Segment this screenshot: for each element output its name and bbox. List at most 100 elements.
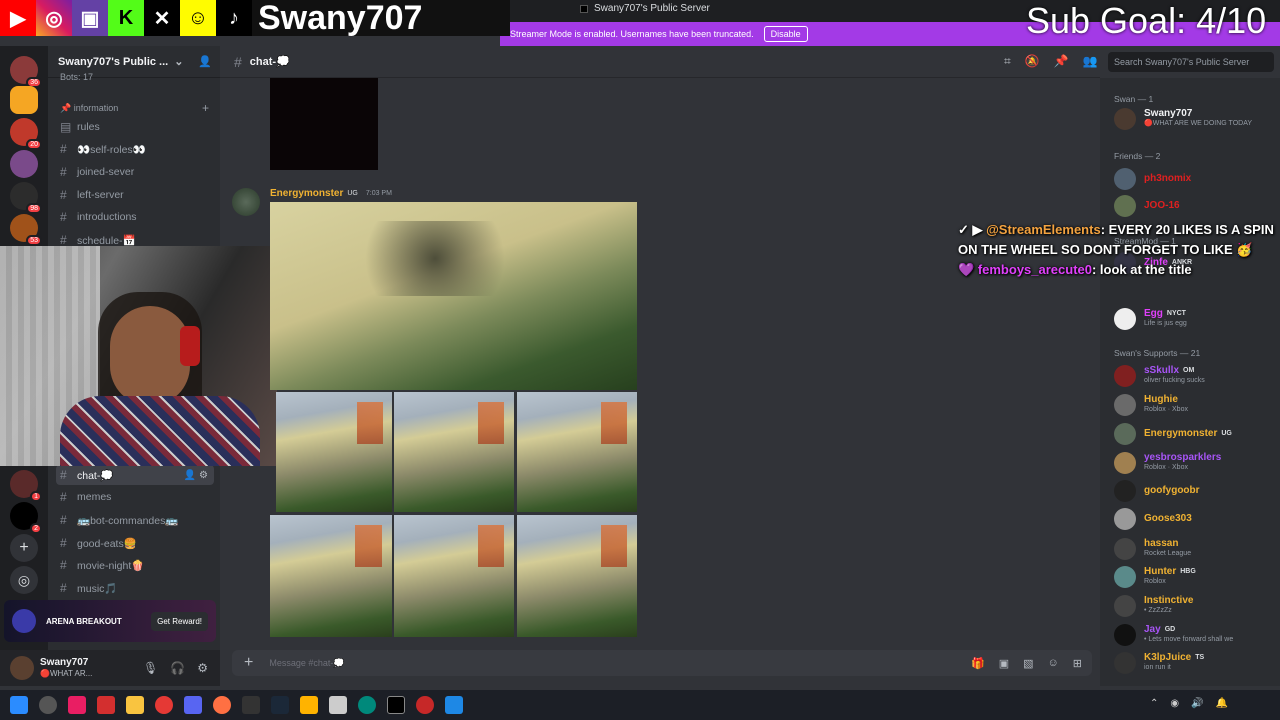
obs-icon[interactable] [387, 696, 405, 714]
member-row[interactable]: ph3nomix [1114, 166, 1276, 192]
server-icon[interactable]: 2 [10, 502, 42, 534]
server-icon[interactable]: 36 [10, 56, 42, 88]
channel-movie-night[interactable]: # movie-night🍿 [56, 555, 214, 575]
member-row[interactable]: Swany707 🔴WHAT ARE WE DOING TODAY [1114, 106, 1276, 132]
pin-icon[interactable]: 📌 [1054, 54, 1069, 69]
notification-bell-icon[interactable]: 🔔 [1216, 698, 1228, 709]
epic-games-icon[interactable] [242, 696, 260, 714]
network-icon[interactable]: ⌃ [1150, 698, 1158, 709]
member-row[interactable]: Jay GD • Lets move forward shall we [1114, 622, 1276, 648]
notepad-icon[interactable] [329, 696, 347, 714]
image-attachment[interactable] [517, 515, 637, 637]
discord-icon[interactable] [184, 696, 202, 714]
app-icon[interactable] [97, 696, 115, 714]
gift-icon[interactable]: 🎁 [971, 657, 985, 670]
member-row[interactable]: Goose303 [1114, 506, 1276, 532]
avatar[interactable] [1114, 168, 1136, 190]
headphones-icon[interactable]: 🎧 [170, 661, 185, 675]
apps-icon[interactable]: ⊞ [1073, 657, 1082, 670]
notification-icon[interactable]: 🔕 [1025, 54, 1040, 69]
channel-self-roles[interactable]: # 👀self-roles👀 [56, 139, 214, 159]
app-icon[interactable] [416, 696, 434, 714]
store-icon[interactable] [300, 696, 318, 714]
promo-banner[interactable]: ARENA BREAKOUT Get Reward! [4, 600, 216, 642]
add-channel-icon[interactable]: + [202, 101, 209, 115]
image-attachment[interactable] [270, 515, 392, 637]
member-row[interactable]: sSkullx OM oliver fucking sucks [1114, 363, 1276, 389]
windows-start-icon[interactable] [10, 696, 28, 714]
avatar[interactable] [1114, 423, 1136, 445]
avatar[interactable] [10, 656, 34, 680]
app-icon[interactable] [445, 696, 463, 714]
avatar[interactable] [232, 188, 260, 216]
folder-icon[interactable] [126, 696, 144, 714]
wifi-icon[interactable]: ◉ [1170, 698, 1179, 709]
member-row[interactable]: hassan Rocket League [1114, 536, 1276, 562]
message-input[interactable]: + Message #chat-💭 🎁 ▣ ▧ ☺ ⊞ [232, 650, 1092, 676]
add-attachment-icon[interactable]: + [244, 654, 253, 672]
steam-icon[interactable] [271, 696, 289, 714]
avatar[interactable] [1114, 308, 1136, 330]
member-row[interactable]: Hughie Roblox · Xbox [1114, 392, 1276, 418]
avatar[interactable] [1114, 480, 1136, 502]
server-icon[interactable]: 1 [10, 470, 42, 502]
avatar[interactable] [1114, 365, 1136, 387]
channel-memes[interactable]: # memes [56, 487, 214, 507]
category-information[interactable]: 📌 information [60, 103, 118, 114]
chrome-icon[interactable] [39, 696, 57, 714]
member-row[interactable]: goofygoobr [1114, 478, 1276, 504]
avatar[interactable] [1114, 195, 1136, 217]
member-row[interactable]: Hunter HBG Roblox [1114, 564, 1276, 590]
sticker-icon[interactable]: ▧ [1023, 657, 1033, 670]
opera-icon[interactable] [155, 696, 173, 714]
gear-icon[interactable]: ⚙ [197, 661, 208, 675]
member-row[interactable]: Egg NYCT Life is jus egg [1114, 306, 1276, 332]
gif-icon[interactable]: ▣ [999, 657, 1009, 670]
get-reward-button[interactable]: Get Reward! [151, 611, 208, 631]
member-row[interactable]: Instinctive • ZzZzZz [1114, 593, 1276, 619]
threads-icon[interactable]: ⌗ [1004, 54, 1011, 69]
channel-left-server[interactable]: # left-server [56, 185, 214, 205]
message-author[interactable]: Energymonster [270, 188, 343, 199]
server-icon[interactable]: 98 [10, 182, 42, 214]
member-row[interactable]: Energymonster UG [1114, 421, 1276, 447]
image-attachment[interactable] [394, 392, 514, 512]
server-icon[interactable]: 20 [10, 118, 42, 150]
channel-joined-sever[interactable]: # joined-sever [56, 162, 214, 182]
server-icon[interactable] [10, 150, 38, 178]
avatar[interactable] [1114, 538, 1136, 560]
add-member-icon[interactable]: 👤 [198, 55, 212, 68]
channel-music[interactable]: # music🎵 [56, 578, 214, 598]
edge-icon[interactable] [358, 696, 376, 714]
member-row[interactable]: JOO-16 [1114, 193, 1276, 219]
members-icon[interactable]: 👥 [1083, 54, 1098, 69]
image-attachment[interactable] [276, 392, 392, 512]
image-attachment[interactable] [270, 202, 637, 390]
emoji-icon[interactable]: ☺ [1048, 657, 1059, 670]
channel-introductions[interactable]: # introductions [56, 207, 214, 227]
image-attachment[interactable] [270, 78, 378, 170]
explore-icon[interactable]: ◎ [10, 566, 38, 594]
channel-chat[interactable]: # chat-💭 👤 ⚙ [56, 465, 214, 485]
add-server-icon[interactable]: + [10, 534, 38, 562]
channel-bot-commandes[interactable]: # 🚌bot-commandes🚌 [56, 510, 214, 530]
channel-good-eats[interactable]: # good-eats🍔 [56, 533, 214, 553]
avatar[interactable] [1114, 624, 1136, 646]
search-input[interactable]: Search Swany707's Public Server [1108, 52, 1274, 72]
avatar[interactable] [1114, 452, 1136, 474]
member-row[interactable]: K3lpJuice TS ion run it [1114, 650, 1276, 676]
image-attachment[interactable] [517, 392, 637, 512]
settings-icon[interactable]: 👤 ⚙ [184, 470, 208, 481]
firefox-icon[interactable] [213, 696, 231, 714]
channel-rules[interactable]: ▤ rules [56, 117, 214, 137]
avatar[interactable] [1114, 508, 1136, 530]
volume-icon[interactable]: 🔊 [1191, 698, 1203, 709]
avatar[interactable] [1114, 108, 1136, 130]
server-icon[interactable] [10, 86, 38, 114]
tiktok-icon[interactable] [68, 696, 86, 714]
member-row[interactable]: yesbrosparklers Roblox · Xbox [1114, 450, 1276, 476]
avatar[interactable] [1114, 394, 1136, 416]
avatar[interactable] [1114, 652, 1136, 674]
avatar[interactable] [1114, 595, 1136, 617]
server-icon[interactable]: 53 [10, 214, 42, 246]
